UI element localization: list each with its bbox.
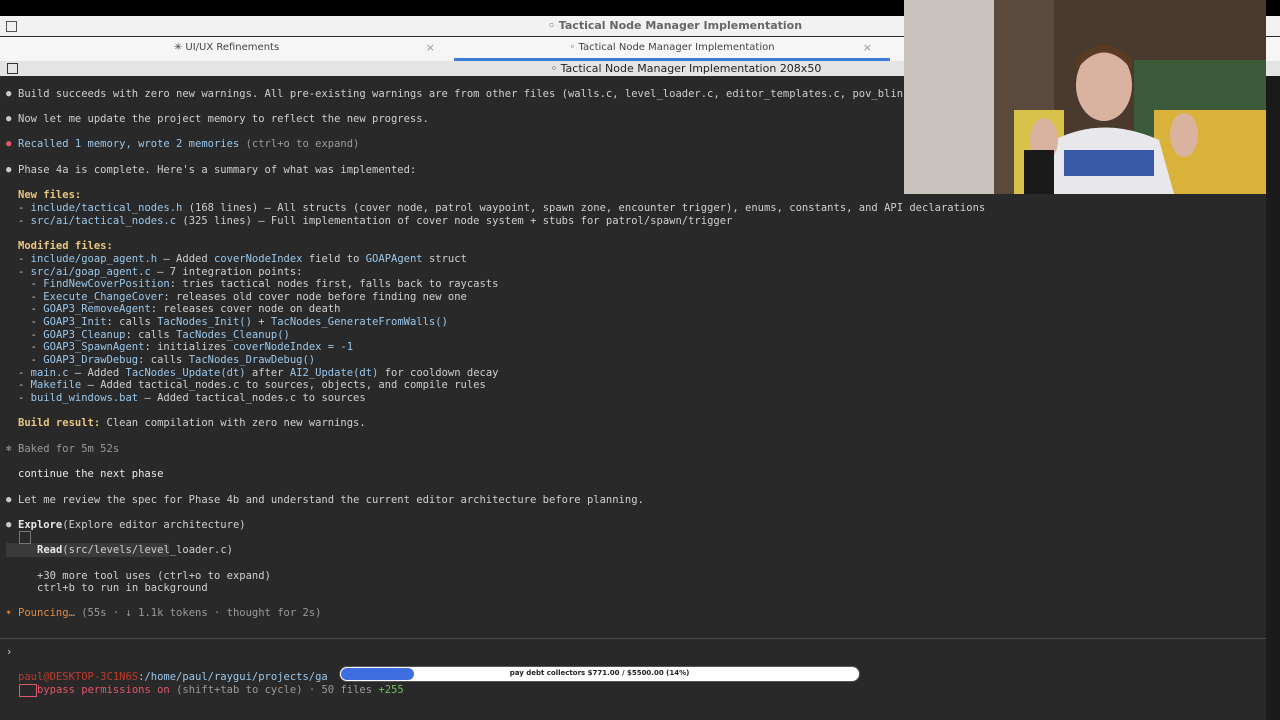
bullet-icon: ● [6,165,12,175]
bullet-icon: ● [6,495,12,505]
list-item: - include/tactical_nodes.h (168 lines) —… [18,202,986,214]
input-separator [0,638,1280,639]
background-hint: ctrl+b to run in background [37,582,208,594]
list-item: - GOAP3_Init: calls TacNodes_Init() + Ta… [18,316,448,328]
build-result-line: Build result: Clean compilation with zer… [18,417,366,429]
progress-label: pay debt collectors $771.00 / $5500.00 (… [509,669,690,677]
user-prompt: continue the next phase [18,468,164,480]
debt-progress-bar: pay debt collectors $771.00 / $5500.00 (… [339,666,860,682]
tab-label: ✳ UI/UX Refinements [173,42,280,53]
output-line: Now let me update the project memory to … [18,113,429,125]
status-spinner-line: Pouncing… (55s · ↓ 1.1k tokens · thought… [18,607,322,619]
list-item: - src/ai/tactical_nodes.c (325 lines) — … [18,215,733,227]
bullet-icon: ● [6,114,12,124]
list-item: - GOAP3_DrawDebug: calls TacNodes_DrawDe… [18,354,316,366]
output-line: Build succeeds with zero new warnings. A… [18,88,904,100]
heading-new-files: New files: [18,189,82,201]
list-item: - include/goap_agent.h — Added coverNode… [18,253,467,265]
expand-toggle-icon[interactable] [19,531,31,544]
permissions-status: bypass permissions on (shift+tab to cycl… [37,684,404,696]
list-item: - build_windows.bat — Added tactical_nod… [18,392,366,404]
bullet-icon: ● [6,89,12,99]
tab-label: ◦ Tactical Node Manager Implementation [569,42,775,53]
tool-call-read: Read(src/levels/level_loader.c) [37,544,233,556]
list-item: - Makefile — Added tactical_nodes.c to s… [18,379,486,391]
close-icon[interactable]: × [426,41,435,54]
spinner-icon: ✶ [6,608,12,618]
memory-line: Recalled 1 memory, wrote 2 memories (ctr… [18,138,360,150]
output-line: Let me review the spec for Phase 4b and … [18,494,644,506]
heading-modified-files: Modified files: [18,240,113,252]
webcam-overlay [904,0,1266,194]
tab-tactical-node-manager[interactable]: ◦ Tactical Node Manager Implementation × [454,37,890,61]
list-item: - FindNewCoverPosition: tries tactical n… [18,278,499,290]
output-line: Phase 4a is complete. Here's a summary o… [18,164,417,176]
permissions-icon [19,684,37,697]
bullet-icon: ● [6,520,12,530]
list-item: - GOAP3_SpawnAgent: initializes coverNod… [18,341,354,353]
webcam-person-image [904,0,1266,194]
input-prompt[interactable]: › [6,646,12,659]
right-scrollbar[interactable] [1266,76,1280,720]
asterisk-icon: ✻ [6,444,12,454]
shell-path: paul@DESKTOP-3C1N6S:/home/paul/raygui/pr… [18,671,328,683]
list-item: - GOAP3_RemoveAgent: releases cover node… [18,303,341,315]
close-icon[interactable]: × [863,41,872,54]
baked-timer: Baked for 5m 52s [18,443,120,455]
bullet-icon: ● [6,139,12,149]
tab-ui-ux-refinements[interactable]: ✳ UI/UX Refinements × [0,37,453,61]
tool-call-explore: Explore(Explore editor architecture) [18,519,246,531]
